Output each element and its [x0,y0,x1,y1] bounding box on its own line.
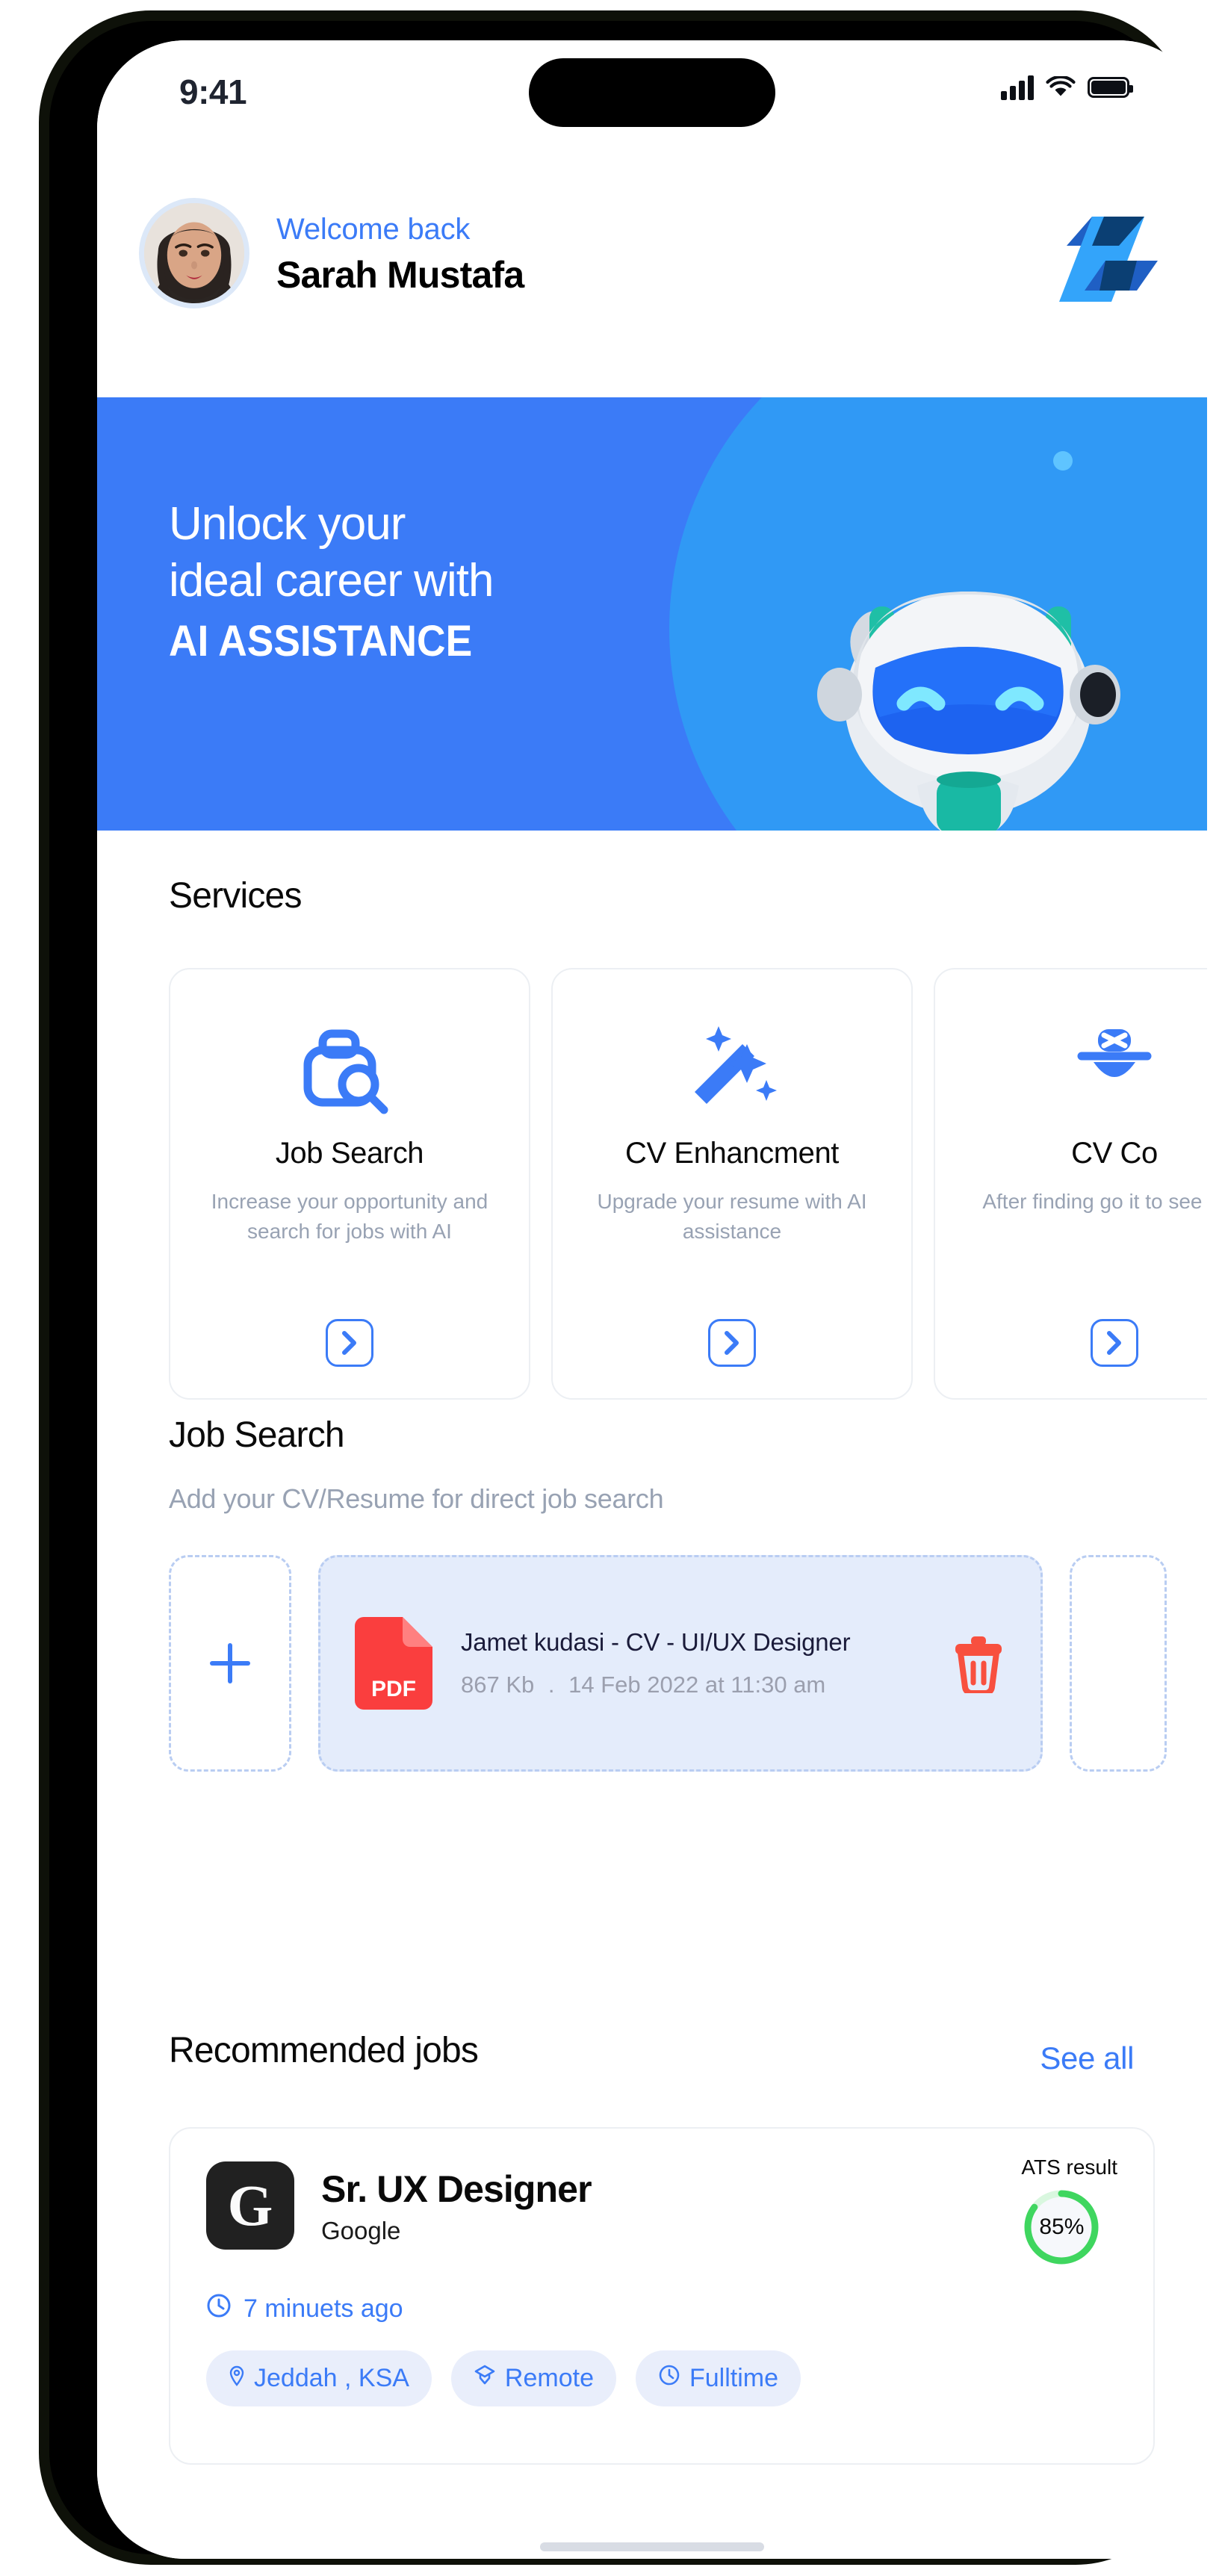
hero-text: Unlock your ideal career with AI ASSISTA… [169,496,499,666]
hero-line-2: ideal career with [169,554,494,606]
service-desc: Increase your opportunity and search for… [211,1190,489,1243]
cv-upload-next-slot[interactable] [1070,1555,1167,1772]
dynamic-island [529,58,775,127]
hero-line-1: Unlock your [169,498,406,550]
remote-badge-icon [474,2364,496,2393]
cv-file-card[interactable]: PDF Jamet kudasi - CV - UI/UX Designer 8… [318,1555,1043,1772]
battery-icon [1088,77,1133,98]
page-title: Sarah Mustafa [276,253,524,296]
app-content: Welcome back Sarah Mustafa Unlock your i… [97,40,1207,2559]
trash-icon[interactable] [951,1633,1006,1697]
job-tag-label: Jeddah , KSA [254,2364,409,2392]
status-bar: 9:41 [97,40,1207,152]
cv-compare-icon [1067,1011,1162,1125]
hero-line-3: AI ASSISTANCE [169,617,473,666]
cv-file-date: 14 Feb 2022 at 11:30 am [568,1672,826,1698]
recommended-section-title: Recommended jobs [169,2031,479,2070]
cv-file-details: 867 Kb . 14 Feb 2022 at 11:30 am [461,1672,943,1698]
cellular-signal-icon [1001,75,1034,100]
app-header: Welcome back Sarah Mustafa [97,167,1207,339]
chevron-right-icon[interactable] [326,1319,373,1367]
avatar[interactable] [139,198,249,308]
service-card-cv-compare[interactable]: CV Co After finding go it to see how [934,968,1207,1400]
clock-icon [658,2364,680,2393]
job-card-header: G Sr. UX Designer Google ATS result 85% [206,2156,1117,2268]
magic-wand-sparkle-icon [684,1011,780,1125]
job-card[interactable]: G Sr. UX Designer Google ATS result 85% … [169,2127,1155,2465]
job-tag-fulltime[interactable]: Fulltime [635,2350,801,2406]
hero-banner[interactable]: Unlock your ideal career with AI ASSISTA… [97,397,1207,831]
service-name: CV Co [1071,1137,1158,1170]
services-section-title: Services [169,876,302,916]
welcome-label: Welcome back [276,212,471,246]
ats-value: 85% [1039,2215,1085,2239]
job-tag-label: Fulltime [689,2364,779,2392]
see-all-link[interactable]: See all [1040,2040,1134,2076]
service-card-job-search[interactable]: Job Search Increase your opportunity and… [169,968,530,1400]
job-tag-remote[interactable]: Remote [450,2350,616,2406]
home-indicator [540,2542,764,2551]
status-icons [1001,75,1133,100]
chevron-right-icon[interactable] [708,1319,756,1367]
ats-label: ATS result [1021,2156,1117,2179]
service-desc: Upgrade your resume with AI assistance [597,1190,867,1243]
cv-meta-separator: . [548,1672,555,1698]
cv-upload-row[interactable]: PDF Jamet kudasi - CV - UI/UX Designer 8… [169,1555,1207,1772]
service-name: CV Enhancment [624,1137,840,1170]
job-search-section-subtitle: Add your CV/Resume for direct job search [169,1483,664,1514]
job-tags: Jeddah , KSA Remote Fulltime [206,2350,1117,2406]
service-card-cv-enhancement[interactable]: CV Enhancment Upgrade your resume with A… [551,968,913,1400]
screenshot-root: 9:41 Welcome back Sarah Mustafa Unlock y… [0,0,1222,2576]
services-carousel[interactable]: Job Search Increase your opportunity and… [169,968,1207,1400]
cv-file-size: 867 Kb [461,1672,535,1698]
job-tag-label: Remote [504,2364,594,2392]
welcome-block: Welcome back Sarah Mustafa [276,211,1046,296]
location-pin-icon [229,2364,245,2393]
job-company: Google [321,2217,401,2244]
job-card-titles: Sr. UX Designer Google [321,2161,1021,2245]
briefcase-search-icon [302,1011,397,1125]
status-time: 9:41 [179,72,247,111]
add-cv-button[interactable] [169,1555,291,1772]
service-name: Job Search [275,1137,424,1170]
hero-decor-dot [1053,451,1073,471]
job-search-section-title: Job Search [169,1415,345,1455]
brand-logo-z-icon [1046,205,1158,302]
pdf-file-icon: PDF [355,1617,432,1710]
svg-text:PDF: PDF [371,1677,416,1701]
job-title: Sr. UX Designer [321,2168,592,2210]
phone-frame: 9:41 Welcome back Sarah Mustafa Unlock y… [39,10,1207,2565]
chevron-right-icon[interactable] [1091,1319,1138,1367]
plus-icon [210,1643,250,1683]
cv-file-meta: Jamet kudasi - CV - UI/UX Designer 867 K… [461,1628,943,1698]
cv-file-name: Jamet kudasi - CV - UI/UX Designer [461,1628,851,1656]
job-tag-location[interactable]: Jeddah , KSA [206,2350,432,2406]
company-logo-google: G [206,2161,294,2250]
ai-robot-mascot-icon [744,517,1162,831]
phone-screen: 9:41 Welcome back Sarah Mustafa Unlock y… [97,40,1207,2559]
service-desc: After finding go it to see how [982,1190,1207,1213]
wifi-icon [1046,75,1076,99]
ats-gauge: 85% [1021,2187,1102,2268]
job-posted-time: 7 minuets ago [206,2293,1117,2325]
clock-icon [206,2293,232,2325]
ats-result: ATS result 85% [1021,2156,1117,2268]
job-posted-label: 7 minuets ago [244,2294,403,2323]
